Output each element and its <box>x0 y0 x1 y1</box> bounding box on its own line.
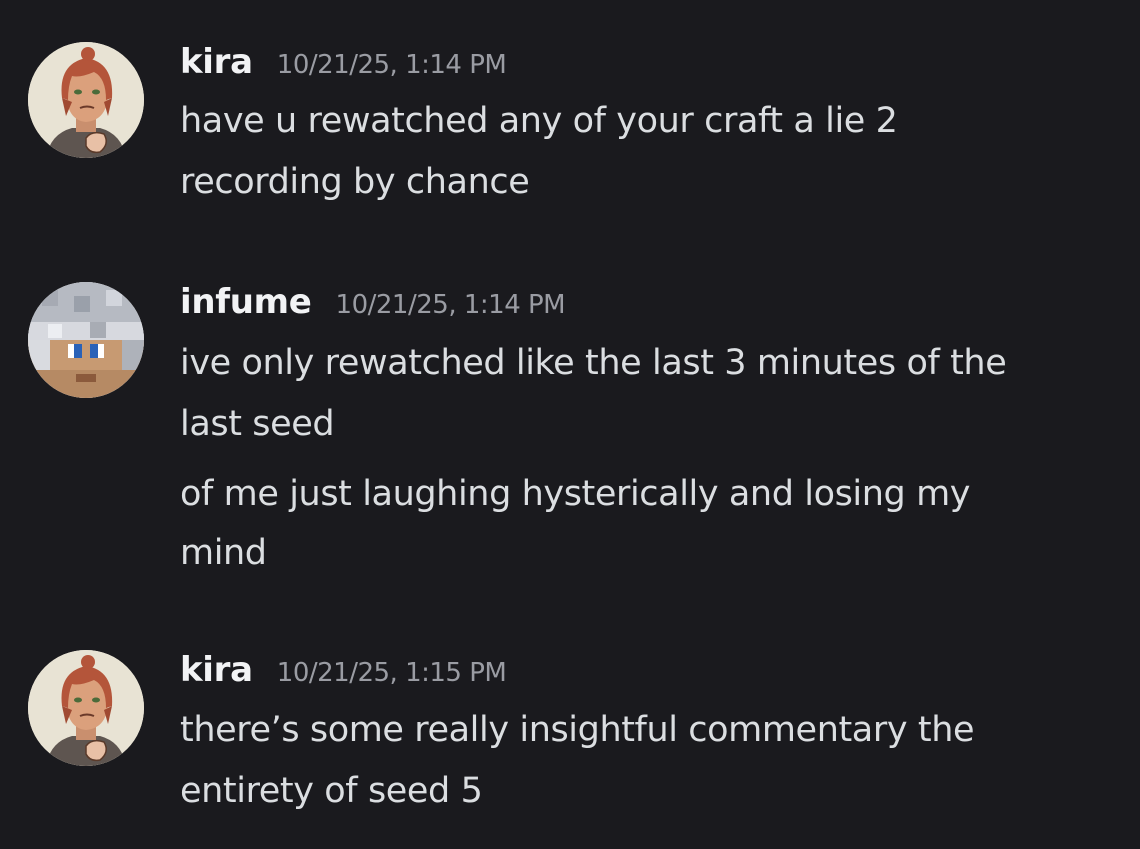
message-text-line: ive only rewatched like the last 3 minut… <box>180 343 1007 383</box>
timestamp: 10/21/25, 1:15 PM <box>276 658 507 688</box>
anime-character-avatar-icon <box>28 650 144 766</box>
username[interactable]: kira <box>180 650 253 690</box>
pixelated-minecraft-avatar-icon <box>28 282 144 398</box>
message-text-line: of me just laughing hysterically and los… <box>180 474 971 514</box>
avatar[interactable] <box>28 42 144 158</box>
username[interactable]: infume <box>180 282 312 322</box>
message-text-line: entirety of seed 5 <box>180 771 483 811</box>
avatar[interactable] <box>28 282 144 398</box>
message-text-line: there’s some really insightful commentar… <box>180 710 975 750</box>
message-text-line: have u rewatched any of your craft a lie… <box>180 101 898 141</box>
message-text-line: last seed <box>180 404 335 444</box>
message-text-line: mind <box>180 533 267 573</box>
timestamp: 10/21/25, 1:14 PM <box>335 290 566 320</box>
timestamp: 10/21/25, 1:14 PM <box>276 50 507 80</box>
message-text-line: recording by chance <box>180 162 530 202</box>
avatar[interactable] <box>28 650 144 766</box>
anime-character-avatar-icon <box>28 42 144 158</box>
username[interactable]: kira <box>180 42 253 82</box>
